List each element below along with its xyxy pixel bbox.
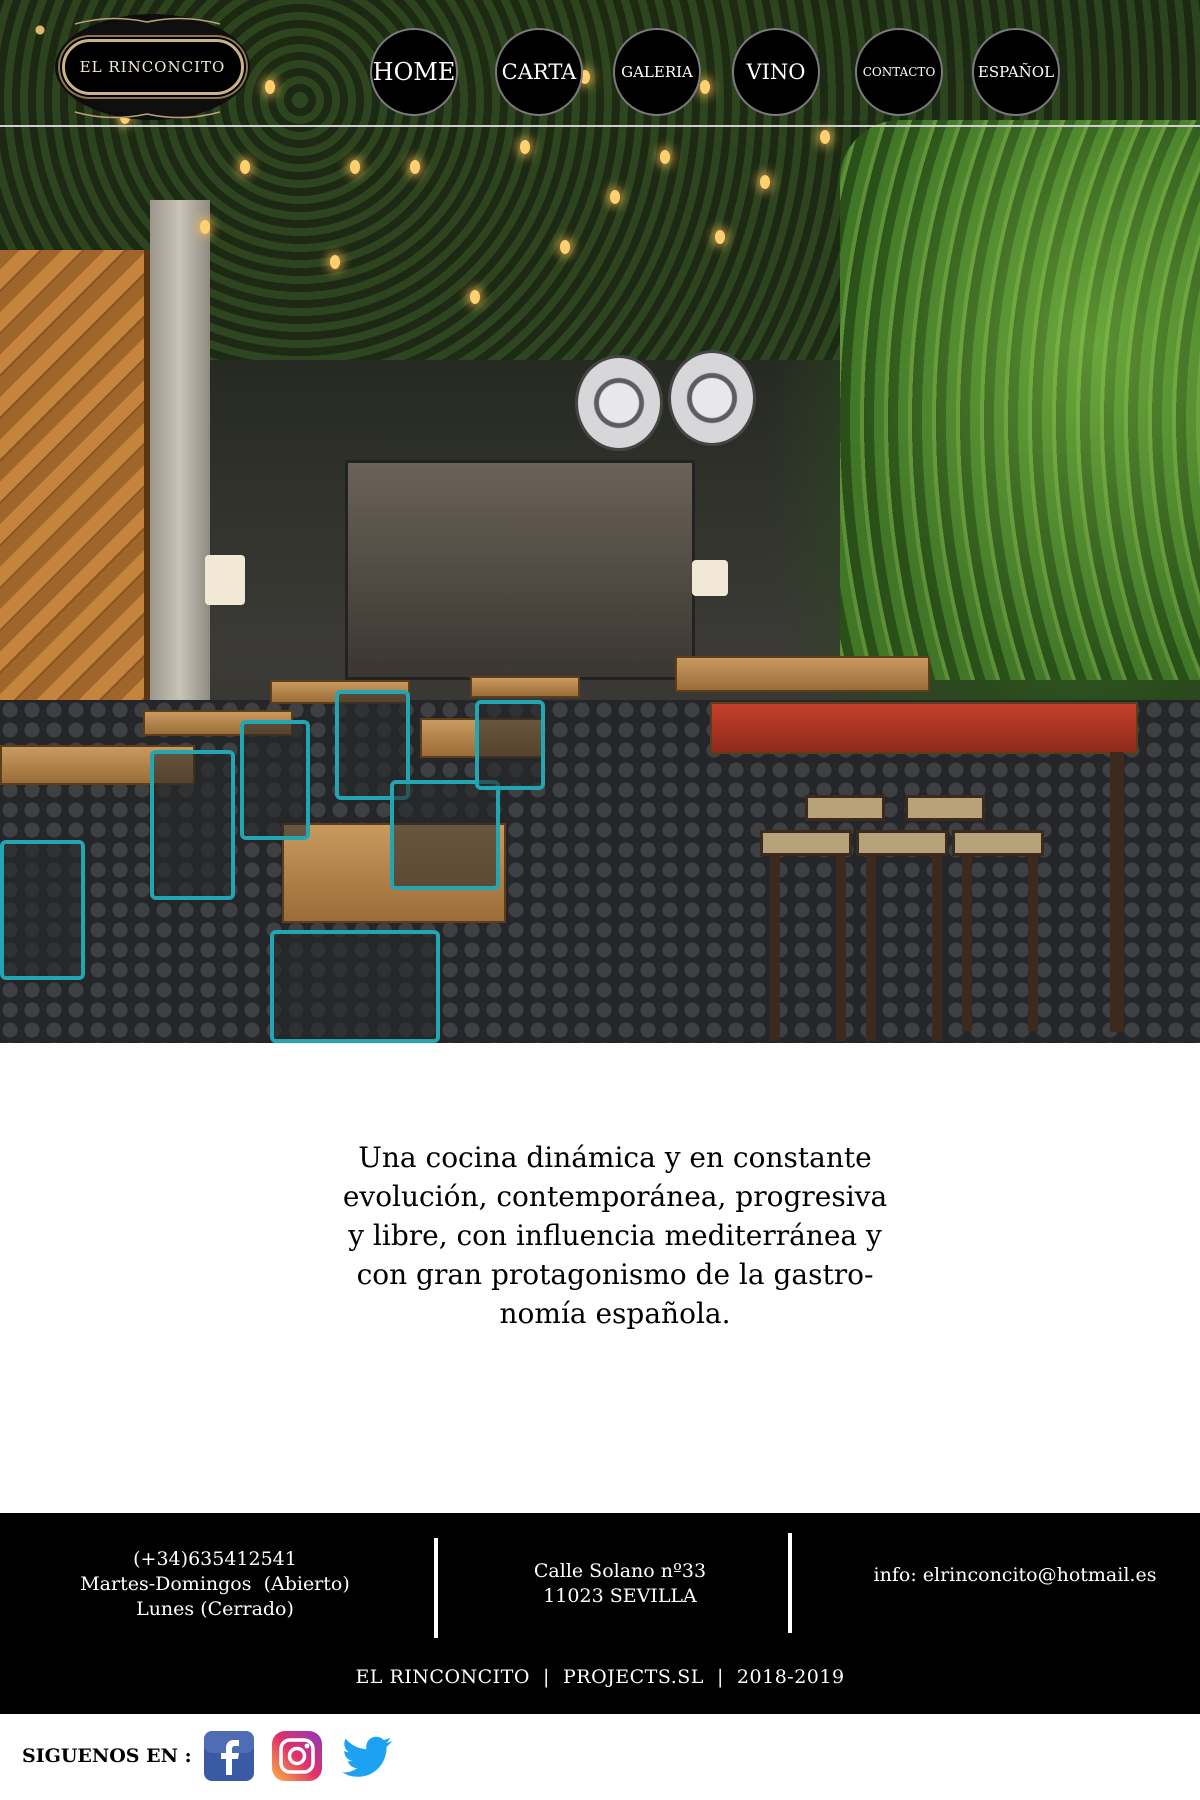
nav-language-label: ESPAÑOL <box>977 63 1055 81</box>
stool-leg <box>932 856 942 1041</box>
chair <box>475 700 545 790</box>
nav-contacto[interactable]: CONTACTO <box>855 28 943 116</box>
string-light <box>820 130 830 144</box>
intro-text: Una cocina dinámica y en constante evolu… <box>342 1141 888 1330</box>
nav-vino[interactable]: VINO <box>732 28 820 116</box>
footer: (+34)635412541 Martes-Domingos (Abierto)… <box>0 1513 1200 1714</box>
chair <box>390 780 500 890</box>
logo-plate: EL RINCONCITO <box>61 39 244 95</box>
string-light <box>610 190 620 204</box>
stool-leg <box>836 856 846 1041</box>
stool <box>952 830 1044 856</box>
social-bar: SIGUENOS EN : <box>22 1728 414 1784</box>
stool-leg <box>962 856 972 1031</box>
stool <box>856 830 948 856</box>
stool <box>760 830 852 856</box>
footer-address-line2: 11023 SEVILLA <box>543 1585 697 1607</box>
string-light <box>265 80 275 94</box>
logo-flourish-icon <box>74 17 221 25</box>
footer-phone[interactable]: (+34)635412541 <box>40 1547 390 1572</box>
string-light <box>520 140 530 154</box>
social-label: SIGUENOS EN : <box>22 1745 192 1767</box>
footer-divider <box>434 1538 438 1638</box>
string-light <box>470 290 480 304</box>
string-light <box>350 160 360 174</box>
logo-flourish-icon <box>74 111 221 119</box>
stool <box>905 795 985 821</box>
string-light <box>240 160 250 174</box>
brand-logo[interactable]: EL RINCONCITO <box>55 14 250 120</box>
stool-leg <box>1028 856 1038 1031</box>
chair <box>150 750 235 900</box>
footer-hours-closed: Lunes (Cerrado) <box>136 1598 294 1620</box>
nav-carta-label: CARTA <box>501 60 577 84</box>
string-light <box>560 240 570 254</box>
footer-copyright: EL RINCONCITO | PROJECTS.SL | 2018-2019 <box>355 1666 845 1688</box>
nav-divider <box>0 125 1200 127</box>
green-wall <box>840 120 1200 680</box>
wood-wall <box>0 250 150 770</box>
nav-home-label: HOME <box>372 58 456 86</box>
dining-table <box>470 676 580 698</box>
footer-email[interactable]: info: elrinconcito@hotmail.es <box>840 1563 1190 1588</box>
pillar <box>150 200 210 760</box>
vent <box>668 350 756 446</box>
nav-galeria[interactable]: GALERIA <box>613 28 701 116</box>
nav-contacto-label: CONTACTO <box>862 65 936 79</box>
vent <box>575 355 663 451</box>
dining-table-red <box>710 702 1138 754</box>
footer-hours-open: Martes-Domingos (Abierto) <box>80 1573 350 1595</box>
string-light <box>330 255 340 269</box>
brand-name: EL RINCONCITO <box>79 58 226 76</box>
dining-table <box>675 656 930 692</box>
string-light <box>660 150 670 164</box>
string-light <box>715 230 725 244</box>
string-light <box>200 220 210 234</box>
instagram-icon[interactable] <box>270 1729 324 1783</box>
footer-email-text[interactable]: info: elrinconcito@hotmail.es <box>840 1563 1190 1588</box>
chair <box>240 720 310 840</box>
hero-photo <box>0 0 1200 1043</box>
footer-address-line1: Calle Solano nº33 <box>533 1560 707 1582</box>
nav-language[interactable]: ESPAÑOL <box>972 28 1060 116</box>
floor-lamp <box>205 555 245 605</box>
footer-address: Calle Solano nº33 11023 SEVILLA <box>470 1559 770 1609</box>
nav-vino-label: VINO <box>746 60 806 84</box>
nav-carta[interactable]: CARTA <box>495 28 583 116</box>
nav-home[interactable]: HOME <box>370 28 458 116</box>
main-nav: HOME CARTA GALERIA VINO CONTACTO ESPAÑOL <box>370 28 1070 116</box>
table-leg <box>1110 752 1124 1032</box>
stool-leg <box>770 856 780 1041</box>
footer-divider <box>788 1533 792 1633</box>
string-light <box>760 175 770 189</box>
stool-leg <box>866 856 876 1041</box>
chair <box>270 930 440 1043</box>
floor-lamp-right <box>692 560 728 596</box>
string-light <box>410 160 420 174</box>
facebook-icon[interactable] <box>202 1729 256 1783</box>
stool <box>805 795 885 821</box>
nav-galeria-label: GALERIA <box>621 63 693 81</box>
footer-contact: (+34)635412541 Martes-Domingos (Abierto)… <box>40 1547 390 1622</box>
twitter-icon[interactable] <box>338 1729 400 1783</box>
back-room <box>345 460 695 680</box>
chair <box>0 840 85 980</box>
